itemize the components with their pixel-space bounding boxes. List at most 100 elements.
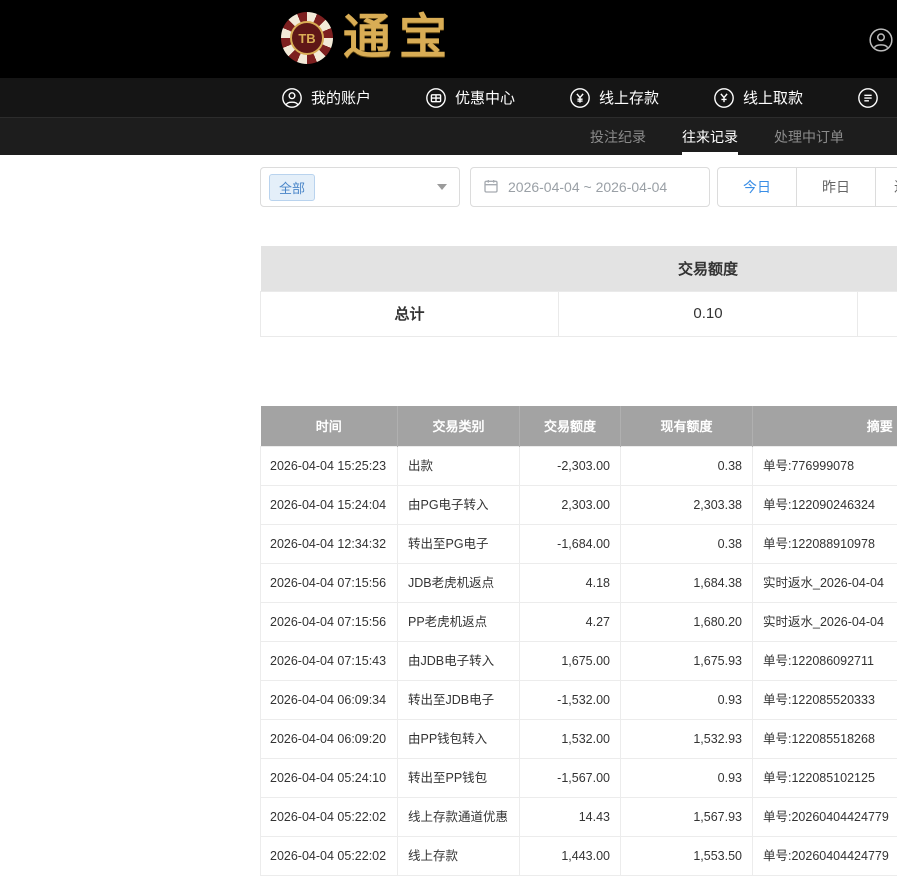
quick-filter-yesterday[interactable]: 昨日 xyxy=(796,167,876,207)
nav-item-records[interactable] xyxy=(857,87,887,109)
nav-item-deposit[interactable]: 线上存款 xyxy=(569,87,659,109)
cell-balance: 1,680.20 xyxy=(621,603,753,642)
col-balance: 现有额度 xyxy=(621,406,753,447)
nav-item-my-account[interactable]: 我的账户 xyxy=(281,87,371,109)
quick-date-buttons: 今日 昨日 近一周 xyxy=(717,167,897,207)
cell-time: 2026-04-04 06:09:34 xyxy=(261,681,398,720)
promo-icon xyxy=(425,87,447,109)
cell-type: 转出至JDB电子 xyxy=(398,681,520,720)
nav-item-promotions[interactable]: 优惠中心 xyxy=(425,87,515,109)
cell-time: 2026-04-04 07:15:56 xyxy=(261,603,398,642)
cell-type: 转出至PP钱包 xyxy=(398,759,520,798)
records-table: 时间 交易类别 交易额度 现有额度 摘要 2026-04-04 15:25:23… xyxy=(260,406,897,877)
records-tbody: 2026-04-04 15:25:23出款-2,303.000.38单号:776… xyxy=(261,447,897,876)
cell-balance: 0.93 xyxy=(621,681,753,720)
nav-label: 线上存款 xyxy=(599,87,659,108)
records-header-row: 时间 交易类别 交易额度 现有额度 摘要 xyxy=(261,406,897,447)
cell-amount: 1,443.00 xyxy=(520,837,621,876)
date-range-value: 2026-04-04 ~ 2026-04-04 xyxy=(508,179,667,195)
cell-note: 单号:20260404424779 xyxy=(753,837,897,876)
cell-type: 由JDB电子转入 xyxy=(398,642,520,681)
cell-time: 2026-04-04 06:09:20 xyxy=(261,720,398,759)
cell-amount: -1,567.00 xyxy=(520,759,621,798)
logo-text: 通宝 xyxy=(343,12,455,64)
table-row: 2026-04-04 12:34:32转出至PG电子-1,684.000.38单… xyxy=(261,525,897,564)
tab-betting-records[interactable]: 投注纪录 xyxy=(590,118,646,155)
main-nav: 我的账户 优惠中心 线上存款 线上取款 xyxy=(0,78,897,117)
tab-label: 处理中订单 xyxy=(774,127,844,147)
cell-note: 单号:122085518268 xyxy=(753,720,897,759)
cell-balance: 2,303.38 xyxy=(621,486,753,525)
cell-amount: -2,303.00 xyxy=(520,447,621,486)
cell-note: 单号:122085520333 xyxy=(753,681,897,720)
table-row: 2026-04-04 15:25:23出款-2,303.000.38单号:776… xyxy=(261,447,897,486)
summary-total-value: 0.10 xyxy=(559,291,858,336)
col-type: 交易类别 xyxy=(398,406,520,447)
cell-balance: 0.93 xyxy=(621,759,753,798)
cell-amount: 2,303.00 xyxy=(520,486,621,525)
col-time: 时间 xyxy=(261,406,398,447)
cell-time: 2026-04-04 07:15:56 xyxy=(261,564,398,603)
logo[interactable]: TB 通宝 xyxy=(281,12,455,64)
user-icon xyxy=(281,87,303,109)
tab-label: 投注纪录 xyxy=(590,127,646,147)
profile-icon[interactable] xyxy=(868,27,894,58)
summary-total-extra xyxy=(858,291,897,336)
table-row: 2026-04-04 07:15:56PP老虎机返点4.271,680.20实时… xyxy=(261,603,897,642)
table-row: 2026-04-04 06:09:20由PP钱包转入1,532.001,532.… xyxy=(261,720,897,759)
records-icon xyxy=(857,87,879,109)
top-header: TB 通宝 xyxy=(0,0,897,78)
summary-total-label: 总计 xyxy=(261,291,559,336)
cell-type: 线上存款 xyxy=(398,837,520,876)
table-row: 2026-04-04 05:24:10转出至PP钱包-1,567.000.93单… xyxy=(261,759,897,798)
table-row: 2026-04-04 07:15:43由JDB电子转入1,675.001,675… xyxy=(261,642,897,681)
type-select[interactable]: 全部 xyxy=(260,167,460,207)
cell-note: 单号:776999078 xyxy=(753,447,897,486)
cell-balance: 1,553.50 xyxy=(621,837,753,876)
cell-amount: 1,675.00 xyxy=(520,642,621,681)
nav-label: 优惠中心 xyxy=(455,87,515,108)
filter-row: 全部 2026-04-04 ~ 2026-04-04 今日 昨日 近一周 xyxy=(260,167,897,207)
cell-time: 2026-04-04 15:25:23 xyxy=(261,447,398,486)
cell-amount: -1,532.00 xyxy=(520,681,621,720)
cell-amount: -1,684.00 xyxy=(520,525,621,564)
cell-note: 单号:122090246324 xyxy=(753,486,897,525)
cell-note: 单号:122085102125 xyxy=(753,759,897,798)
poker-chip-icon: TB xyxy=(281,12,333,64)
col-note: 摘要 xyxy=(753,406,897,447)
quick-filter-today[interactable]: 今日 xyxy=(717,167,797,207)
cell-amount: 4.27 xyxy=(520,603,621,642)
content: 全部 2026-04-04 ~ 2026-04-04 今日 昨日 近一周 交易额… xyxy=(260,167,897,876)
date-range-input[interactable]: 2026-04-04 ~ 2026-04-04 xyxy=(470,167,710,207)
logo-badge: TB xyxy=(290,21,324,55)
summary-table: 交易额度 总计 0.10 xyxy=(260,246,897,337)
cell-note: 单号:122088910978 xyxy=(753,525,897,564)
cell-time: 2026-04-04 07:15:43 xyxy=(261,642,398,681)
cell-balance: 0.38 xyxy=(621,447,753,486)
cell-type: 由PG电子转入 xyxy=(398,486,520,525)
cell-note: 实时返水_2026-04-04 xyxy=(753,603,897,642)
cell-amount: 14.43 xyxy=(520,798,621,837)
quick-filter-week[interactable]: 近一周 xyxy=(875,167,897,207)
chevron-down-icon xyxy=(437,184,447,190)
summary-header-amount: 交易额度 xyxy=(559,246,858,291)
col-amount: 交易额度 xyxy=(520,406,621,447)
summary-total-row: 总计 0.10 xyxy=(261,291,897,336)
tab-transaction-records[interactable]: 往来记录 xyxy=(682,118,738,155)
deposit-icon xyxy=(569,87,591,109)
table-row: 2026-04-04 06:09:34转出至JDB电子-1,532.000.93… xyxy=(261,681,897,720)
cell-amount: 1,532.00 xyxy=(520,720,621,759)
cell-time: 2026-04-04 12:34:32 xyxy=(261,525,398,564)
cell-type: PP老虎机返点 xyxy=(398,603,520,642)
cell-note: 单号:20260404424779 xyxy=(753,798,897,837)
table-row: 2026-04-04 07:15:56JDB老虎机返点4.181,684.38实… xyxy=(261,564,897,603)
summary-header-row: 交易额度 xyxy=(261,246,897,291)
cell-time: 2026-04-04 15:24:04 xyxy=(261,486,398,525)
tab-processing-orders[interactable]: 处理中订单 xyxy=(774,118,844,155)
table-row: 2026-04-04 05:22:02线上存款1,443.001,553.50单… xyxy=(261,837,897,876)
cell-balance: 1,684.38 xyxy=(621,564,753,603)
cell-time: 2026-04-04 05:22:02 xyxy=(261,837,398,876)
cell-note: 单号:122086092711 xyxy=(753,642,897,681)
cell-type: 由PP钱包转入 xyxy=(398,720,520,759)
nav-item-withdraw[interactable]: 线上取款 xyxy=(713,87,803,109)
